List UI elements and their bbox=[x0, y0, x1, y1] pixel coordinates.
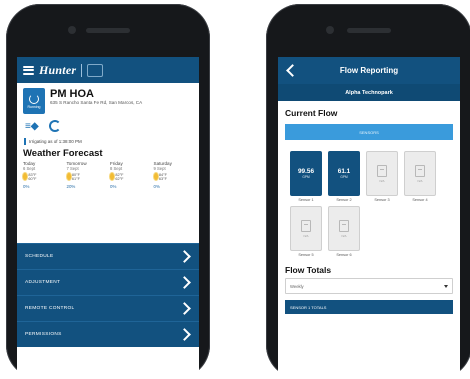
sensor-name: Sensor 4 bbox=[412, 198, 428, 202]
weather-forecast: Today 6 Sept 83°F 60°F 0% Tomorrow 7 Sep… bbox=[17, 161, 199, 189]
chevron-right-icon bbox=[178, 250, 191, 263]
sun-icon: 84°F 63°F bbox=[153, 172, 170, 181]
sensor-tile[interactable]: 61.1 GPM bbox=[328, 151, 360, 196]
current-flow-title: Current Flow bbox=[285, 108, 338, 118]
sun-icon: 83°F 60°F bbox=[23, 172, 39, 181]
weather-title: Weather Forecast bbox=[23, 148, 103, 159]
brand-divider bbox=[81, 63, 83, 77]
site-name: PM HOA bbox=[50, 88, 94, 100]
sensor-card[interactable]: 61.1 GPM Sensor 2 bbox=[328, 151, 360, 202]
sensor-icon bbox=[415, 164, 425, 177]
menu-icon[interactable] bbox=[23, 65, 34, 75]
phone-frame-right: Flow Reporting Alpha Technopark Current … bbox=[266, 4, 470, 379]
sensor-tile[interactable]: N/A bbox=[328, 206, 360, 251]
sensor-grid: 99.56 GPM Sensor 1 61.1 GPM Sensor 2 N/A… bbox=[278, 140, 460, 261]
forecast-day: Friday 8 Sept 82°F 62°F 0% bbox=[108, 161, 152, 189]
status-indicator bbox=[24, 138, 26, 145]
speaker-slot bbox=[86, 28, 130, 33]
sensor-tile[interactable]: 99.56 GPM bbox=[290, 151, 322, 196]
sensor-name: Sensor 5 bbox=[298, 253, 314, 257]
site-address: 635 S Rancho Santa Fe Rd, San Marcos, CA bbox=[50, 100, 143, 105]
camera-dot bbox=[68, 26, 76, 34]
speaker-slot bbox=[347, 28, 391, 33]
totals-bar[interactable]: SENSOR 1 TOTALS bbox=[285, 300, 453, 314]
controller-logo-icon bbox=[87, 63, 104, 77]
chevron-right-icon bbox=[178, 302, 191, 315]
brand-logo: Hunter bbox=[39, 62, 77, 77]
sensor-name: Sensor 1 bbox=[298, 198, 314, 202]
sensor-tile[interactable]: N/A bbox=[404, 151, 436, 196]
water-drop-icon[interactable]: ≡◆ bbox=[25, 121, 39, 132]
sync-icon[interactable] bbox=[48, 120, 61, 132]
status-line: Irrigating as of 1:38:00 PM bbox=[17, 136, 199, 147]
chevron-right-icon bbox=[178, 328, 191, 341]
site-name-bar: Alpha Technopark bbox=[278, 84, 460, 101]
period-select[interactable]: Weekly bbox=[285, 278, 453, 294]
rain-chance: 0% bbox=[153, 184, 160, 189]
forecast-day: Saturday 9 Sept 84°F 63°F 0% bbox=[153, 161, 172, 189]
period-value: Weekly bbox=[290, 283, 304, 289]
flow-reporting-screen: Flow Reporting Alpha Technopark Current … bbox=[278, 57, 460, 379]
site-tools: ≡◆ bbox=[17, 116, 199, 136]
chevron-right-icon bbox=[178, 276, 191, 289]
app-header: Flow Reporting bbox=[278, 57, 460, 84]
sensor-card[interactable]: N/A Sensor 5 bbox=[290, 206, 322, 257]
status-text: Irrigating as of 1:38:00 PM bbox=[29, 139, 82, 144]
sensor-card[interactable]: N/A Sensor 4 bbox=[404, 151, 436, 202]
rain-chance: 0% bbox=[23, 184, 30, 189]
nav-item-schedule[interactable]: SCHEDULE bbox=[17, 243, 199, 269]
flow-value: 61.1 bbox=[337, 168, 351, 175]
flow-unit: GPM bbox=[340, 175, 348, 179]
sensor-name: Sensor 3 bbox=[374, 198, 390, 202]
sun-icon: 80°F 61°F bbox=[66, 172, 83, 181]
power-icon[interactable]: Running bbox=[23, 88, 45, 114]
sensor-icon bbox=[301, 219, 311, 232]
camera-dot bbox=[326, 26, 334, 34]
site-card[interactable]: Running PM HOA 635 S Rancho Santa Fe Rd,… bbox=[17, 83, 199, 116]
sensor-icon bbox=[339, 219, 349, 232]
sensor-card[interactable]: N/A Sensor 6 bbox=[328, 206, 360, 257]
sensor-card[interactable]: 99.56 GPM Sensor 1 bbox=[290, 151, 322, 202]
page-title: Flow Reporting bbox=[339, 66, 399, 75]
sensor-card[interactable]: N/A Sensor 3 bbox=[366, 151, 398, 202]
nav-item-adjustment[interactable]: ADJUSTMENT bbox=[17, 269, 199, 295]
forecast-day: Tomorrow 7 Sept 80°F 61°F 20% bbox=[66, 161, 87, 189]
sensor-tile[interactable]: N/A bbox=[366, 151, 398, 196]
flow-unit: GPM bbox=[302, 175, 310, 179]
sensor-tile[interactable]: N/A bbox=[290, 206, 322, 251]
rain-chance: 20% bbox=[66, 184, 76, 189]
app-header: Hunter bbox=[17, 57, 199, 83]
nav-list: SCHEDULE ADJUSTMENT REMOTE CONTROL PERMI… bbox=[17, 243, 199, 347]
nav-item-remote-control[interactable]: REMOTE CONTROL bbox=[17, 295, 199, 321]
nav-item-permissions[interactable]: PERMISSIONS bbox=[17, 321, 199, 347]
flow-totals-title: Flow Totals bbox=[285, 265, 332, 275]
forecast-day: Today 6 Sept 83°F 60°F 0% bbox=[21, 161, 65, 189]
dashboard-screen: Hunter Running PM HOA 635 S Rancho Santa… bbox=[17, 57, 199, 379]
sensor-icon bbox=[377, 164, 387, 177]
sun-icon: 82°F 62°F bbox=[110, 172, 126, 181]
sensor-name: Sensor 2 bbox=[336, 198, 352, 202]
phone-frame-left: Hunter Running PM HOA 635 S Rancho Santa… bbox=[6, 4, 210, 379]
tab-sensors[interactable]: SENSORS bbox=[285, 124, 453, 140]
caret-down-icon bbox=[444, 284, 448, 288]
sensor-name: Sensor 6 bbox=[336, 253, 352, 257]
rain-chance: 0% bbox=[110, 184, 117, 189]
flow-value: 99.56 bbox=[298, 168, 314, 175]
